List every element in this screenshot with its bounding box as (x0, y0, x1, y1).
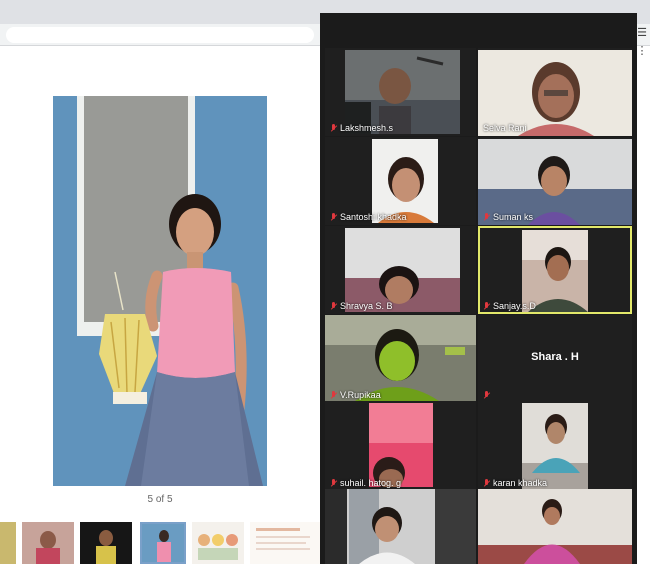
thumbnail[interactable] (250, 522, 322, 564)
mic-muted-icon (330, 123, 337, 133)
girl-with-lantern-photo (53, 96, 267, 486)
participant-tile[interactable]: Lakshmesh.s (325, 48, 476, 136)
participant-name-tag: Sanjay.s.D (483, 300, 536, 312)
video-frame (369, 403, 433, 487)
participant-name: Lakshmesh.s (340, 123, 394, 133)
mic-muted-icon (483, 390, 490, 400)
video-frame (325, 489, 476, 564)
participant-tile-video-off[interactable]: Shara . H (478, 315, 632, 403)
thumbnail[interactable] (80, 522, 132, 564)
thumbnail-strip (0, 522, 322, 564)
address-bar[interactable] (6, 27, 314, 43)
mic-muted-icon (483, 478, 490, 488)
participant-name-tag: Santoshi khadka (330, 211, 407, 223)
mic-muted-icon (330, 478, 337, 488)
participant-name: Shravya S. B (340, 301, 393, 311)
participant-name: suhail. hatog. g (340, 478, 402, 488)
participant-name-tag: karan khadka (483, 477, 547, 489)
participant-name-tag: suhail. hatog. g (330, 477, 401, 489)
thumbnail-image (142, 524, 184, 562)
mic-muted-icon (330, 301, 337, 311)
thumbnail[interactable] (0, 522, 16, 564)
participant-display-name: Shara . H (531, 351, 579, 363)
participant-name-tag (483, 389, 490, 401)
thumbnail-current[interactable] (140, 522, 186, 564)
thumbnail-image (80, 522, 132, 564)
participant-name-tag: V.Rupikaa (330, 389, 381, 401)
mic-muted-icon (330, 212, 337, 222)
participant-name-tag: Shravya S. B (330, 300, 393, 312)
mic-muted-icon (483, 301, 490, 311)
video-frame (478, 489, 632, 564)
participant-name-tag: Selva Rani (483, 122, 527, 134)
participant-tile-active-speaker[interactable]: Sanjay.s.D (478, 226, 632, 314)
participant-video (369, 403, 433, 487)
participant-name: Sanjay.s.D (493, 301, 536, 311)
participant-name: karan khadka (493, 478, 548, 488)
participant-tile[interactable] (478, 489, 632, 564)
thumbnail[interactable] (22, 522, 74, 564)
participant-name: Selva Rani (483, 123, 527, 133)
participant-tile[interactable]: Santoshi khadka (325, 137, 476, 225)
participant-tile[interactable] (325, 489, 476, 564)
participant-name: Santoshi khadka (340, 212, 407, 222)
participant-video (325, 489, 476, 564)
participant-tile[interactable]: Selva Rani (478, 48, 632, 136)
participant-video (478, 489, 632, 564)
video-gallery: Lakshmesh.s Selva Rani Santoshi khadka S… (320, 13, 637, 564)
screen: ☰ ⋮ 5 of 5 Lakshmesh.s Selva Rani Santos… (0, 0, 650, 564)
participant-tile[interactable]: suhail. hatog. g (325, 403, 476, 491)
participant-tile[interactable]: karan khadka (478, 403, 632, 491)
thumbnail-image (250, 522, 322, 564)
mic-muted-icon (483, 212, 490, 222)
participant-name-tag: Lakshmesh.s (330, 122, 393, 134)
participant-name-tag: Suman ks (483, 211, 533, 223)
thumbnail-image (22, 522, 74, 564)
participant-tile[interactable]: Suman ks (478, 137, 632, 225)
more-menu-icon[interactable]: ⋮ (636, 44, 648, 62)
browser-side-tools: ☰ ⋮ (636, 26, 648, 66)
participant-name: V.Rupikaa (340, 390, 381, 400)
participant-tile[interactable]: V.Rupikaa (325, 315, 476, 403)
main-photo[interactable] (53, 96, 267, 486)
thumbnail-image (192, 522, 244, 564)
queue-icon[interactable]: ☰ (636, 26, 648, 44)
participant-tile[interactable]: Shravya S. B (325, 226, 476, 314)
thumbnail[interactable] (192, 522, 244, 564)
participant-name: Suman ks (493, 212, 534, 222)
photo-counter: 5 of 5 (147, 494, 173, 505)
mic-muted-icon (330, 390, 337, 400)
